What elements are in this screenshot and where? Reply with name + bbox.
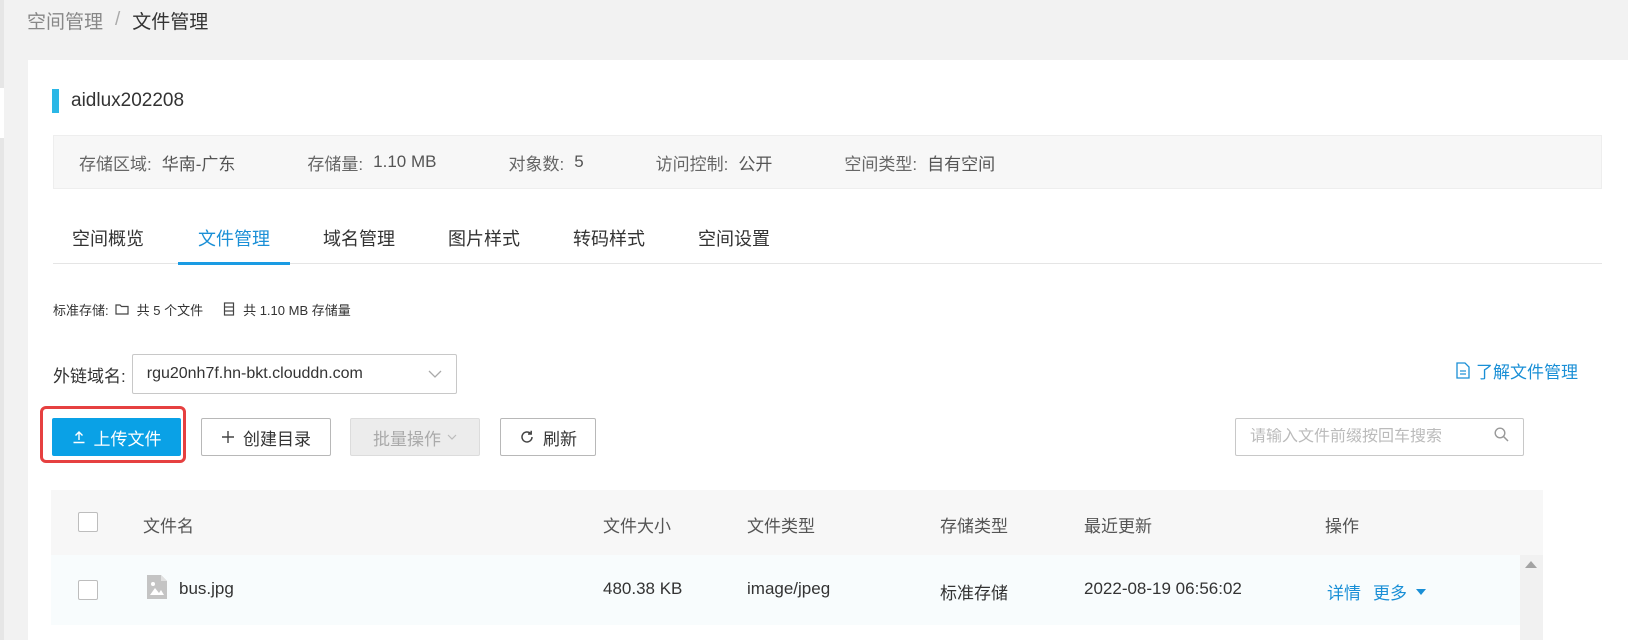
header-last-updated: 最近更新 (1084, 517, 1152, 536)
file-search-box (1235, 418, 1524, 456)
upload-file-label: 上传文件 (93, 429, 162, 449)
storage-summary: 标准存储: 共 5 个文件 共 1.10 MB 存储量 (53, 300, 351, 318)
header-file-size: 文件大小 (603, 517, 671, 536)
info-objects: 对象数: 5 (508, 150, 583, 175)
bucket-name: aidlux202208 (71, 90, 185, 111)
upload-file-button[interactable]: 上传文件 (52, 418, 181, 456)
domain-select[interactable]: rgu20nh7f.hn-bkt.clouddn.com (131, 354, 457, 394)
summary-storage-size: 共 1.10 MB 存储量 (243, 302, 351, 318)
info-access-value: 公开 (738, 154, 773, 174)
tab-file-management[interactable]: 文件管理 (178, 217, 290, 265)
search-icon[interactable] (1494, 427, 1509, 447)
summary-label: 标准存储: (53, 302, 109, 318)
tab-transcode-styles[interactable]: 转码样式 (573, 217, 645, 264)
folder-icon (115, 303, 129, 315)
table-scrollbar[interactable] (1520, 555, 1543, 640)
file-list-icon (223, 302, 235, 316)
table-header: 文件名 文件大小 文件类型 存储类型 最近更新 操作 (51, 490, 1543, 555)
breadcrumb: 空间管理 / 文件管理 (27, 6, 208, 34)
left-edge-mark (0, 88, 4, 138)
batch-operations-button[interactable]: 批量操作 (350, 418, 480, 456)
info-storage: 存储量: 1.10 MB (307, 150, 436, 175)
more-actions-label: 更多 (1373, 584, 1407, 603)
refresh-icon (519, 429, 535, 445)
file-name[interactable]: bus.jpg (179, 579, 234, 599)
breadcrumb-current: 文件管理 (132, 11, 209, 33)
more-actions-dropdown[interactable]: 更多 (1373, 579, 1427, 604)
info-region-value: 华南-广东 (161, 154, 236, 174)
info-type: 空间类型: 自有空间 (844, 150, 995, 175)
file-toolbar: 上传文件 创建目录 批量操作 刷新 (28, 406, 1628, 466)
domain-row: 外链域名: rgu20nh7f.hn-bkt.clouddn.com (53, 354, 457, 394)
main-card: aidlux202208 存储区域: 华南-广东 存储量: 1.10 MB 对象… (28, 60, 1628, 640)
info-access: 访问控制: 公开 (656, 150, 773, 175)
breadcrumb-separator: / (115, 9, 121, 30)
select-all-checkbox[interactable] (78, 512, 98, 532)
breadcrumb-parent[interactable]: 空间管理 (27, 7, 103, 34)
domain-label: 外链域名: (53, 366, 126, 386)
scroll-up-arrow-icon[interactable] (1525, 561, 1537, 568)
table-row[interactable]: bus.jpg 480.38 KB image/jpeg 标准存储 2022-0… (51, 555, 1528, 625)
bucket-info-bar: 存储区域: 华南-广东 存储量: 1.10 MB 对象数: 5 访问控制: 公开… (53, 135, 1602, 189)
info-storage-value: 1.10 MB (373, 152, 437, 171)
info-access-label: 访问控制: (655, 154, 729, 174)
title-accent-bar (52, 89, 59, 113)
create-directory-button[interactable]: 创建目录 (201, 418, 331, 456)
chevron-down-icon (447, 434, 457, 440)
image-file-icon (146, 574, 168, 600)
detail-link[interactable]: 详情 (1327, 579, 1361, 604)
header-file-type: 文件类型 (747, 517, 815, 536)
learn-file-management-link[interactable]: 了解文件管理 (1456, 358, 1578, 383)
info-objects-value: 5 (574, 152, 584, 171)
doc-link-label: 了解文件管理 (1476, 363, 1578, 382)
plus-icon (221, 430, 235, 444)
row-checkbox[interactable] (78, 580, 98, 600)
batch-operations-label: 批量操作 (373, 429, 441, 449)
chevron-down-icon (428, 365, 442, 383)
file-updated-time: 2022-08-19 06:56:02 (1084, 579, 1242, 598)
info-region-label: 存储区域: (79, 154, 152, 174)
file-storage-type: 标准存储 (940, 584, 1008, 603)
bucket-title: aidlux202208 (52, 88, 184, 114)
file-search-input[interactable] (1250, 428, 1494, 446)
tab-bar: 空间概览 文件管理 域名管理 图片样式 转码样式 空间设置 (53, 217, 1602, 265)
file-type: image/jpeg (747, 579, 831, 598)
upload-icon (72, 430, 86, 444)
header-file-name: 文件名 (143, 517, 194, 536)
info-storage-label: 存储量: (307, 154, 364, 174)
tab-image-styles[interactable]: 图片样式 (448, 217, 520, 264)
summary-file-count: 共 5 个文件 (136, 302, 204, 318)
refresh-button[interactable]: 刷新 (500, 418, 596, 456)
create-directory-label: 创建目录 (243, 429, 311, 449)
refresh-label: 刷新 (543, 429, 577, 449)
file-size: 480.38 KB (603, 579, 683, 598)
header-actions: 操作 (1325, 517, 1359, 536)
info-type-label: 空间类型: (844, 154, 918, 174)
info-region: 存储区域: 华南-广东 (79, 150, 235, 175)
tab-overview[interactable]: 空间概览 (72, 217, 144, 264)
document-icon (1456, 362, 1470, 379)
tab-domain-management[interactable]: 域名管理 (323, 217, 395, 264)
info-objects-label: 对象数: (508, 154, 565, 174)
tab-space-settings[interactable]: 空间设置 (698, 217, 770, 264)
info-type-value: 自有空间 (927, 154, 996, 174)
header-storage-type: 存储类型 (940, 517, 1008, 536)
caret-down-icon (1415, 588, 1427, 596)
domain-value: rgu20nh7f.hn-bkt.clouddn.com (146, 365, 363, 382)
